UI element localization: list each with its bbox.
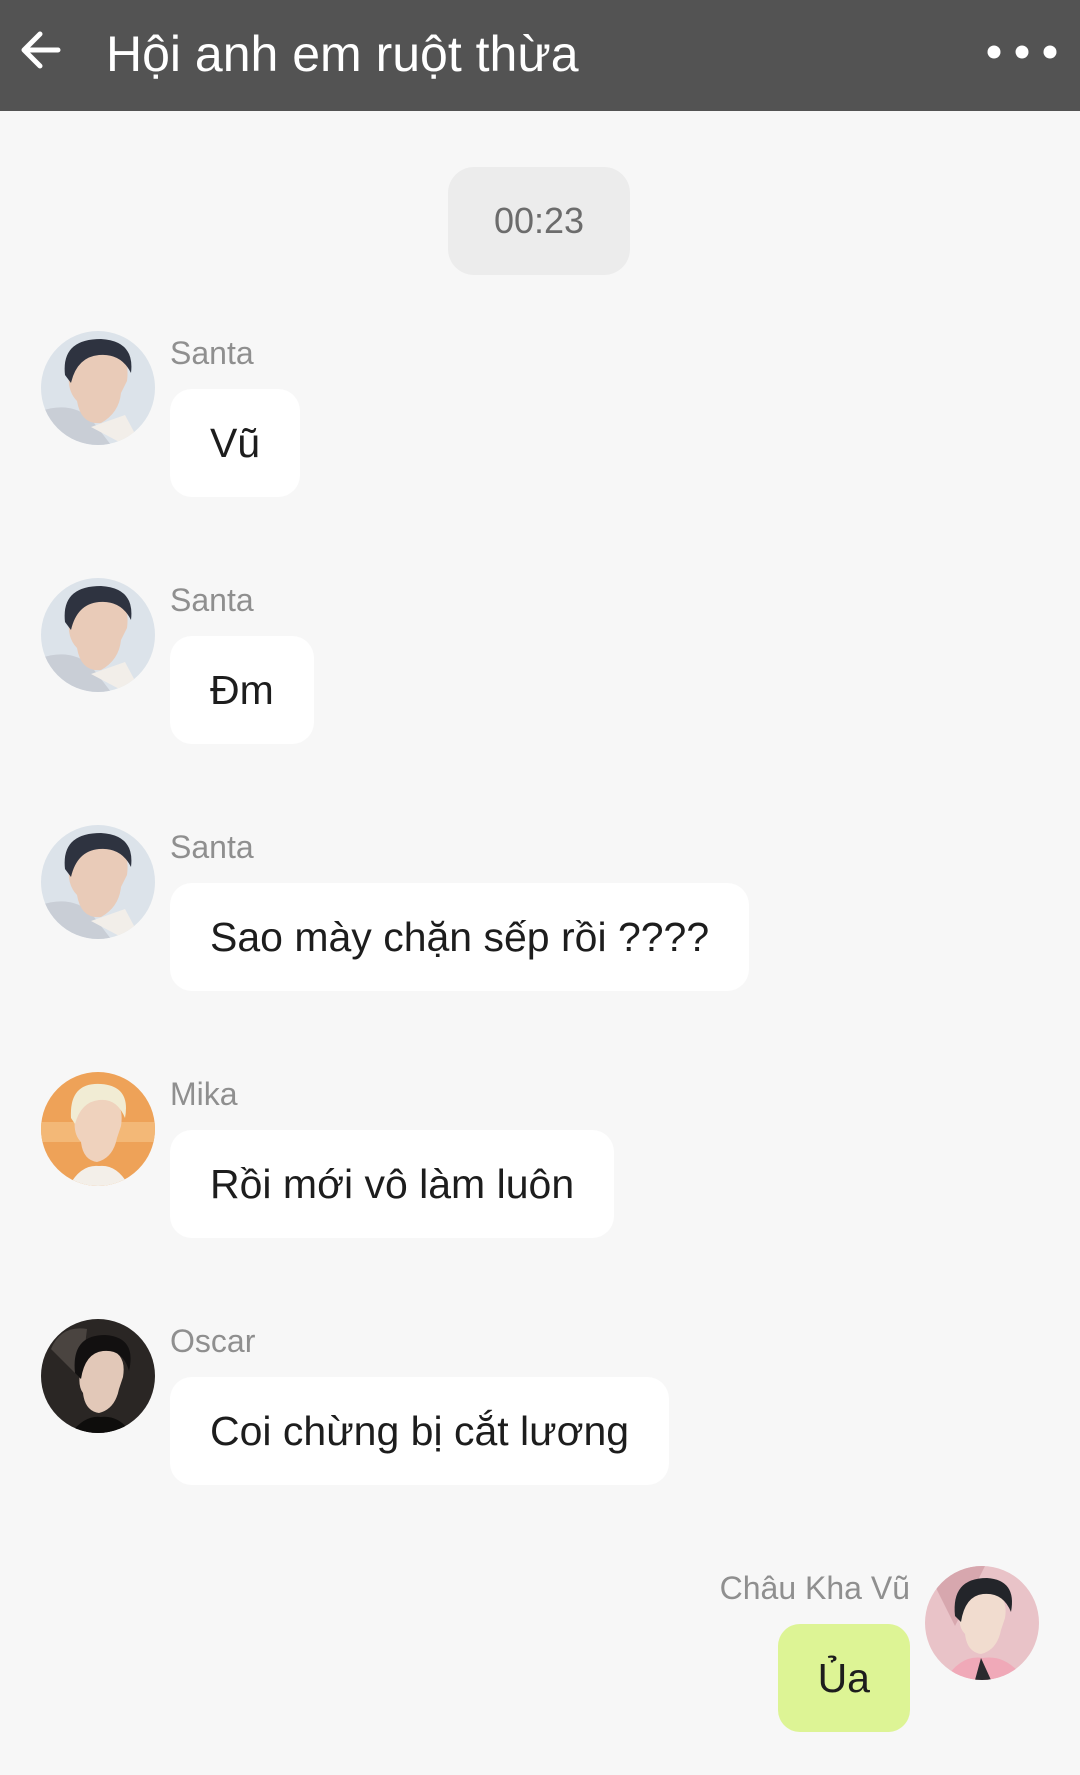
- sender-name: Châu Kha Vũ: [719, 1570, 910, 1606]
- sender-name: Mika: [170, 1076, 238, 1112]
- group-title: Hội anh em ruột thừa: [106, 26, 579, 82]
- more-horizontal-icon: [987, 45, 1057, 59]
- my-message-bubble[interactable]: Ủa: [777, 1624, 910, 1732]
- avatar[interactable]: [41, 578, 155, 692]
- chat-header: Hội anh em ruột thừa: [0, 0, 1080, 111]
- message-bubble[interactable]: Rồi mới vô làm luôn: [170, 1130, 615, 1238]
- sender-name: Oscar: [170, 1323, 256, 1359]
- timestamp-chip: 00:23: [448, 167, 630, 275]
- more-options-button[interactable]: [984, 30, 1060, 74]
- message-bubble[interactable]: Sao mày chặn sếp rồi ????: [170, 883, 750, 991]
- avatar[interactable]: [41, 1072, 155, 1186]
- sender-name: Santa: [170, 829, 254, 865]
- arrow-left-icon: [21, 31, 61, 69]
- message-bubble[interactable]: Coi chừng bị cắt lương: [170, 1377, 670, 1485]
- avatar[interactable]: [925, 1566, 1039, 1680]
- sender-name: Santa: [170, 582, 254, 618]
- avatar[interactable]: [41, 825, 155, 939]
- message-bubble[interactable]: Đm: [170, 636, 314, 744]
- back-button[interactable]: [14, 22, 70, 78]
- avatar[interactable]: [41, 331, 155, 445]
- message-bubble[interactable]: Vũ: [170, 389, 301, 497]
- avatar[interactable]: [41, 1319, 155, 1433]
- sender-name: Santa: [170, 335, 254, 371]
